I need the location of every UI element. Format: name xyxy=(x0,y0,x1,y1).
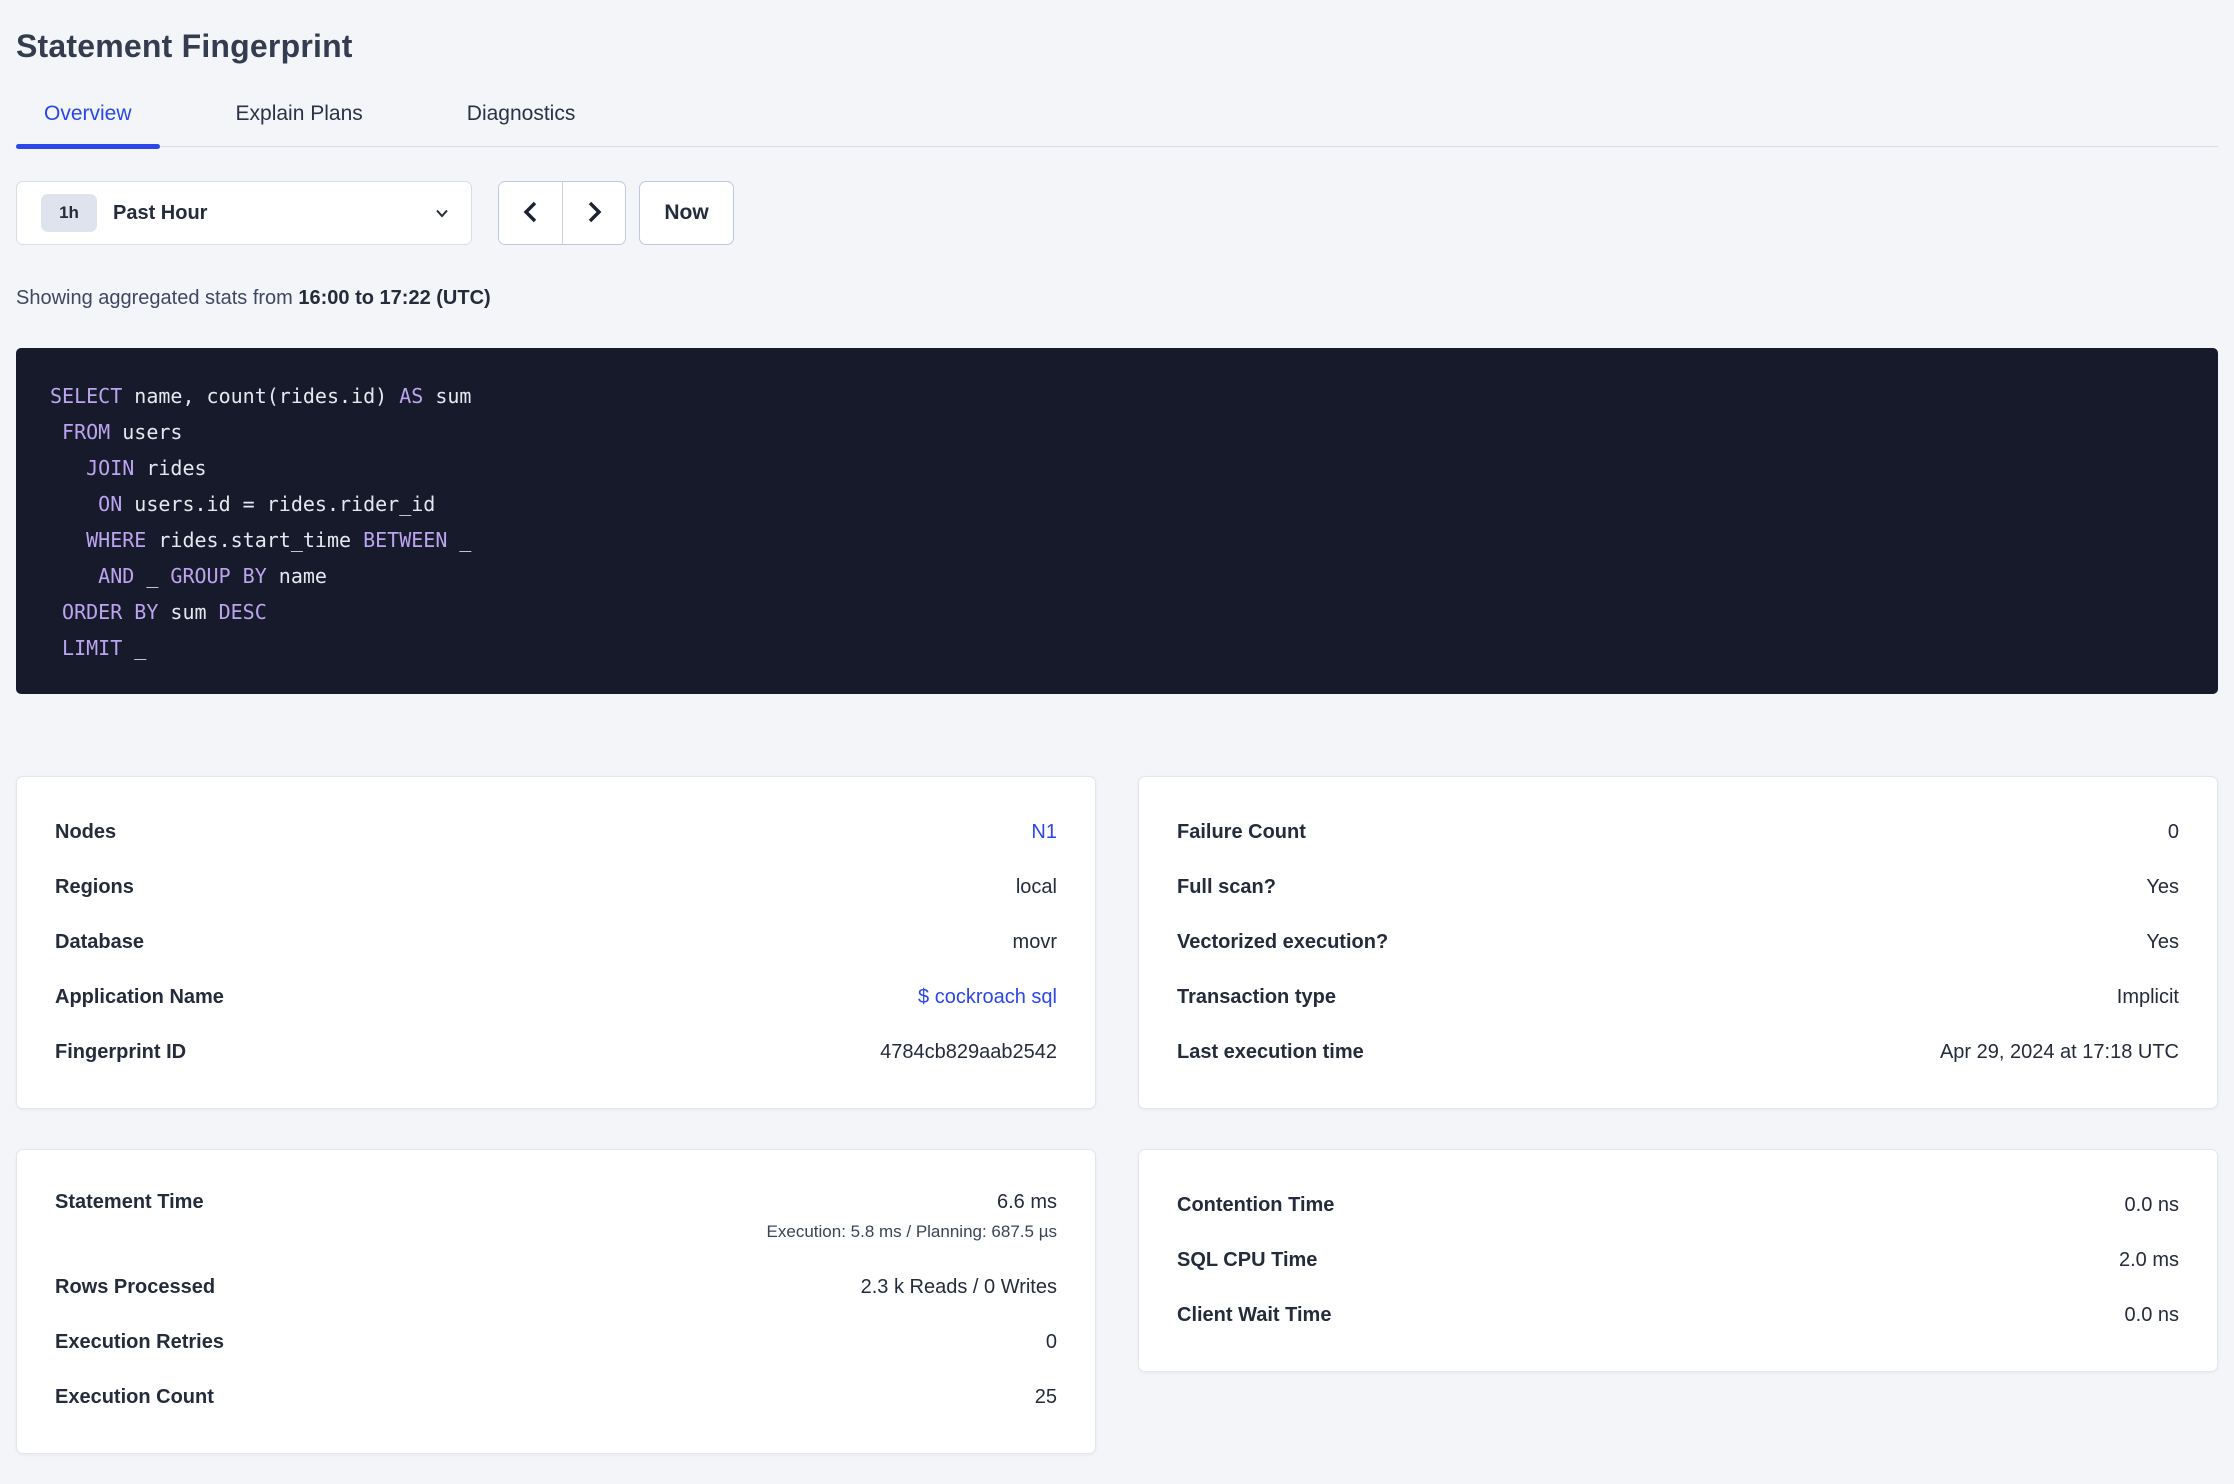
tab-explain-plans[interactable]: Explain Plans xyxy=(208,102,391,146)
row-label: Fingerprint ID xyxy=(55,1041,187,1063)
row-label: Last execution time xyxy=(1177,1041,1364,1063)
stat-row-statement-time: Statement Time 6.6 ms Execution: 5.8 ms … xyxy=(55,1178,1057,1260)
page-title: Statement Fingerprint xyxy=(16,28,353,64)
row-value: movr xyxy=(1012,931,1057,953)
next-time-button[interactable] xyxy=(562,182,625,244)
row-label: SQL CPU Time xyxy=(1177,1249,1318,1271)
statement-details-card: Nodes N1 Regions local Database movr App… xyxy=(16,776,1096,1109)
row-label: Regions xyxy=(55,876,134,898)
sql-statement-box: SELECT name, count(rides.id) AS sum FROM… xyxy=(16,348,2218,694)
row-label: Rows Processed xyxy=(55,1276,216,1298)
row-value: 0.0 ns xyxy=(2124,1304,2179,1326)
row-label: Execution Retries xyxy=(55,1331,224,1353)
nodes-link[interactable]: N1 xyxy=(1031,821,1057,844)
sql-code: SELECT name, count(rides.id) AS sum FROM… xyxy=(50,384,472,660)
prev-time-button[interactable] xyxy=(499,182,562,244)
now-button[interactable]: Now xyxy=(639,181,734,245)
detail-row-database: Database movr xyxy=(55,915,1057,970)
row-value: Apr 29, 2024 at 17:18 UTC xyxy=(1939,1041,2179,1063)
stat-row-execution-retries: Execution Retries 0 xyxy=(55,1315,1057,1370)
row-label: Nodes xyxy=(55,821,117,843)
time-range-dropdown[interactable]: 1h Past Hour xyxy=(16,181,472,245)
row-value: 0 xyxy=(1045,1331,1057,1353)
detail-row-full-scan: Full scan? Yes xyxy=(1177,860,2179,915)
row-value: 25 xyxy=(1034,1386,1057,1408)
row-value: 2.3 k Reads / 0 Writes xyxy=(860,1276,1057,1298)
row-label: Execution Count xyxy=(55,1386,214,1408)
aggregated-stats-note: Showing aggregated stats from 16:00 to 1… xyxy=(16,287,491,309)
row-value: Implicit xyxy=(2116,986,2179,1008)
row-subvalue: Execution: 5.8 ms / Planning: 687.5 µs xyxy=(766,1222,1057,1241)
time-range-badge: 1h xyxy=(41,194,97,232)
time-nav-group xyxy=(498,181,626,245)
row-value: Yes xyxy=(2146,931,2179,953)
wait-times-card: Contention Time 0.0 ns SQL CPU Time 2.0 … xyxy=(1138,1149,2218,1372)
chevron-right-icon xyxy=(582,199,606,228)
detail-row-application-name: Application Name $ cockroach sql xyxy=(55,970,1057,1025)
application-name-link[interactable]: $ cockroach sql xyxy=(918,986,1057,1009)
row-label: Client Wait Time xyxy=(1177,1304,1332,1326)
detail-row-regions: Regions local xyxy=(55,860,1057,915)
chevron-left-icon xyxy=(519,199,543,228)
row-label: Statement Time xyxy=(55,1191,204,1213)
row-label: Failure Count xyxy=(1177,821,1306,843)
detail-row-failure-count: Failure Count 0 xyxy=(1177,805,2179,860)
row-value: 0 xyxy=(2167,821,2179,843)
detail-row-transaction-type: Transaction type Implicit xyxy=(1177,970,2179,1025)
stat-row-execution-count: Execution Count 25 xyxy=(55,1370,1057,1425)
row-label: Full scan? xyxy=(1177,876,1276,898)
statement-times-card: Statement Time 6.6 ms Execution: 5.8 ms … xyxy=(16,1149,1096,1454)
detail-row-fingerprint-id: Fingerprint ID 4784cb829aab2542 xyxy=(55,1025,1057,1080)
row-label: Application Name xyxy=(55,986,224,1008)
row-value: Yes xyxy=(2146,876,2179,898)
detail-row-vectorized: Vectorized execution? Yes xyxy=(1177,915,2179,970)
time-toolbar: 1h Past Hour Now xyxy=(16,181,2218,245)
row-label: Database xyxy=(55,931,144,953)
stat-row-client-wait-time: Client Wait Time 0.0 ns xyxy=(1177,1288,2179,1343)
row-value: 0.0 ns xyxy=(2124,1194,2179,1216)
time-range-label: Past Hour xyxy=(113,201,208,224)
row-label: Transaction type xyxy=(1177,986,1336,1008)
row-value: 4784cb829aab2542 xyxy=(880,1041,1057,1063)
tab-overview[interactable]: Overview xyxy=(16,102,160,149)
stat-row-rows-processed: Rows Processed 2.3 k Reads / 0 Writes xyxy=(55,1260,1057,1315)
stat-row-sql-cpu-time: SQL CPU Time 2.0 ms xyxy=(1177,1233,2179,1288)
row-value: 2.0 ms xyxy=(2118,1249,2179,1271)
stat-row-contention-time: Contention Time 0.0 ns xyxy=(1177,1178,2179,1233)
detail-row-last-execution-time: Last execution time Apr 29, 2024 at 17:1… xyxy=(1177,1025,2179,1080)
execution-attributes-card: Failure Count 0 Full scan? Yes Vectorize… xyxy=(1138,776,2218,1109)
row-label: Contention Time xyxy=(1177,1194,1335,1216)
chevron-down-icon xyxy=(433,204,451,222)
tab-diagnostics[interactable]: Diagnostics xyxy=(439,102,604,146)
row-label: Vectorized execution? xyxy=(1177,931,1389,953)
row-value: 6.6 ms xyxy=(996,1191,1057,1213)
tab-bar: Overview Explain Plans Diagnostics xyxy=(16,102,2218,149)
row-value: local xyxy=(1015,876,1057,898)
detail-row-nodes: Nodes N1 xyxy=(55,805,1057,860)
aggregated-stats-range: 16:00 to 17:22 (UTC) xyxy=(298,287,491,309)
